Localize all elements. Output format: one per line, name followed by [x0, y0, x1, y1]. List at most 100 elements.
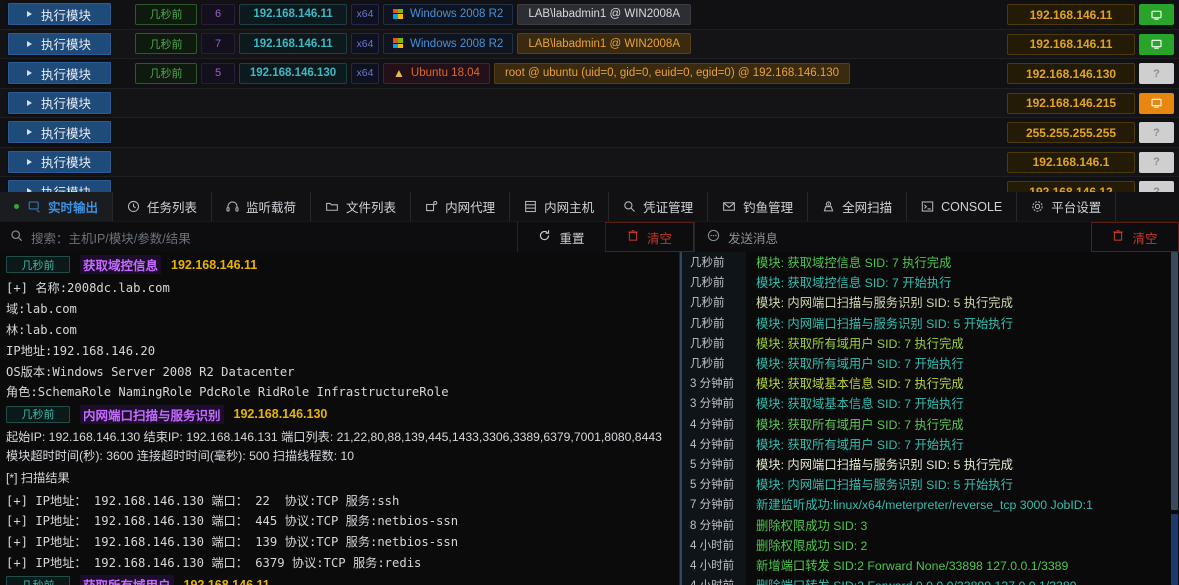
output-target-ip: 192.168.146.11 [171, 258, 257, 272]
session-row[interactable]: 执行模块 192.168.146.1? [0, 148, 1179, 178]
main-tab-bar: 实时输出任务列表监听载荷 文件列表内网代理内网主机 凭证管理 钓鱼管理 全网扫描 CONS… [0, 192, 1179, 222]
tab-8[interactable]: 全网扫描 [808, 192, 907, 221]
chat-icon [707, 229, 720, 245]
session-row[interactable]: 执行模块 255.255.255.255? [0, 118, 1179, 148]
tab-label: 全网扫描 [842, 197, 892, 216]
output-block-header: 几秒前获取域控信息192.168.146.11 [0, 252, 679, 277]
session-status-badge[interactable]: ? [1139, 181, 1174, 192]
key-icon [623, 200, 636, 213]
output-panes: 几秒前获取域控信息192.168.146.11[+] 名称:2008dc.lab… [0, 252, 1179, 585]
message-log-scrollbar[interactable] [1170, 252, 1179, 585]
execute-module-button[interactable]: 执行模块 [8, 180, 111, 192]
output-line: [+] IP地址： 192.168.146.130 端口： 139 协议:TCP… [0, 531, 679, 552]
session-user: LAB\labadmin1 @ WIN2008A [517, 33, 691, 54]
message-text: 删除权限成功 SID: 2 [746, 536, 867, 554]
message-time: 3 分钟前 [680, 393, 746, 413]
output-module-name: 获取域控信息 [80, 255, 161, 274]
play-triangle-icon [27, 11, 32, 17]
execute-module-button[interactable]: 执行模块 [8, 3, 111, 25]
message-row: 4 小时前删除权限成功 SID: 2 [680, 535, 1179, 555]
output-line: OS版本:Windows Server 2008 R2 Datacenter [0, 360, 679, 381]
session-user: root @ ubuntu (uid=0, gid=0, euid=0, egi… [494, 63, 850, 84]
message-row: 5 分钟前模块: 内网端口扫描与服务识别 SID: 5 执行完成 [680, 454, 1179, 474]
clear-output-button[interactable]: 清空 [606, 222, 694, 252]
message-row: 7 分钟前新建监听成功:linux/x64/meterpreter/revers… [680, 494, 1179, 514]
message-input[interactable]: 发送消息 [694, 222, 1091, 252]
message-text: 模块: 获取域控信息 SID: 7 执行完成 [746, 253, 951, 271]
execute-module-button[interactable]: 执行模块 [8, 151, 111, 173]
message-time: 7 分钟前 [680, 494, 746, 514]
session-status-badge[interactable] [1139, 34, 1174, 55]
tab-1[interactable]: 任务列表 [113, 192, 212, 221]
message-row: 几秒前模块: 获取所有域用户 SID: 7 开始执行 [680, 353, 1179, 373]
mail-icon [722, 200, 736, 213]
execute-module-button[interactable]: 执行模块 [8, 121, 111, 143]
tab-label: 实时输出 [48, 197, 98, 216]
message-text: 模块: 获取域控信息 SID: 7 开始执行 [746, 273, 951, 291]
execute-module-label: 执行模块 [41, 152, 91, 171]
message-row: 4 分钟前模块: 获取所有域用户 SID: 7 执行完成 [680, 414, 1179, 434]
session-row[interactable]: 执行模块192.168.146.12? [0, 177, 1179, 192]
execute-module-button[interactable]: 执行模块 [8, 33, 111, 55]
session-ip: 192.168.146.11 [239, 33, 347, 54]
session-status-badge[interactable] [1139, 93, 1174, 114]
session-status-badge[interactable]: ? [1139, 63, 1174, 84]
headphone-icon [226, 200, 239, 213]
message-row: 几秒前模块: 内网端口扫描与服务识别 SID: 5 开始执行 [680, 313, 1179, 333]
session-row[interactable]: 执行模块192.168.146.215 [0, 89, 1179, 119]
clear-messages-label: 清空 [1132, 228, 1157, 247]
share-icon [425, 200, 438, 213]
play-triangle-icon [27, 159, 32, 165]
session-remote-ip: 192.168.146.130 [1007, 63, 1135, 84]
reset-button[interactable]: 重置 [518, 222, 606, 252]
execute-module-button[interactable]: 执行模块 [8, 92, 111, 114]
output-line: 角色:SchemaRole NamingRole PdcRole RidRole… [0, 381, 679, 402]
session-remote-ip: 255.255.255.255 [1007, 122, 1135, 143]
session-status-badge[interactable]: ? [1139, 152, 1174, 173]
session-row[interactable]: 执行模块几秒前7192.168.146.11x64Windows 2008 R2… [0, 30, 1179, 60]
tab-9[interactable]: CONSOLE [907, 192, 1017, 221]
tab-label: 凭证管理 [643, 197, 693, 216]
message-time: 几秒前 [680, 252, 746, 272]
session-row[interactable]: 执行模块几秒前5192.168.146.130x64▲Ubuntu 18.04r… [0, 59, 1179, 89]
tab-7[interactable]: 钓鱼管理 [708, 192, 808, 221]
message-text: 模块: 获取所有域用户 SID: 7 开始执行 [746, 435, 964, 453]
session-status-badge[interactable] [1139, 4, 1174, 25]
clear-output-label: 清空 [647, 228, 672, 247]
tab-label: 钓鱼管理 [743, 197, 793, 216]
output-line: [+] IP地址： 192.168.146.130 端口： 6379 协议:TC… [0, 552, 679, 573]
radar-icon [822, 200, 835, 213]
tab-3[interactable]: 文件列表 [311, 192, 411, 221]
search-input[interactable]: 搜索：主机IP/模块/参数/结果 [0, 222, 518, 252]
output-module-name: 获取所有域用户 [80, 575, 174, 585]
play-triangle-icon [27, 129, 32, 135]
message-text: 模块: 获取域基本信息 SID: 7 执行完成 [746, 374, 964, 392]
output-target-ip: 192.168.146.11 [184, 578, 270, 585]
execute-module-button[interactable]: 执行模块 [8, 62, 111, 84]
tab-label: 文件列表 [346, 197, 396, 216]
windows-logo-icon [393, 9, 404, 20]
message-row: 8 分钟前删除权限成功 SID: 3 [680, 514, 1179, 534]
clear-messages-button[interactable]: 清空 [1091, 222, 1179, 252]
message-row: 5 分钟前模块: 内网端口扫描与服务识别 SID: 5 开始执行 [680, 474, 1179, 494]
message-log-panel[interactable]: 几秒前模块: 获取域控信息 SID: 7 执行完成几秒前模块: 获取域控信息 S… [680, 252, 1179, 585]
output-target-ip: 192.168.146.130 [234, 407, 328, 421]
message-time: 4 分钟前 [680, 434, 746, 454]
tab-2[interactable]: 监听载荷 [212, 192, 311, 221]
play-triangle-icon [27, 41, 32, 47]
gear-icon [1031, 200, 1044, 213]
tab-0[interactable]: 实时输出 [0, 192, 113, 221]
session-status-badge[interactable]: ? [1139, 122, 1174, 143]
tab-5[interactable]: 内网主机 [510, 192, 609, 221]
session-table: 执行模块几秒前6192.168.146.11x64Windows 2008 R2… [0, 0, 1179, 192]
session-remote-ip: 192.168.146.1 [1007, 152, 1135, 173]
session-row[interactable]: 执行模块几秒前6192.168.146.11x64Windows 2008 R2… [0, 0, 1179, 30]
session-id: 6 [201, 4, 235, 25]
tab-4[interactable]: 内网代理 [411, 192, 510, 221]
execute-module-label: 执行模块 [41, 93, 91, 112]
realtime-output-panel[interactable]: 几秒前获取域控信息192.168.146.11[+] 名称:2008dc.lab… [0, 252, 680, 585]
message-row: 几秒前模块: 内网端口扫描与服务识别 SID: 5 执行完成 [680, 292, 1179, 312]
message-time: 4 分钟前 [680, 414, 746, 434]
tab-10[interactable]: 平台设置 [1017, 192, 1116, 221]
tab-6[interactable]: 凭证管理 [609, 192, 708, 221]
